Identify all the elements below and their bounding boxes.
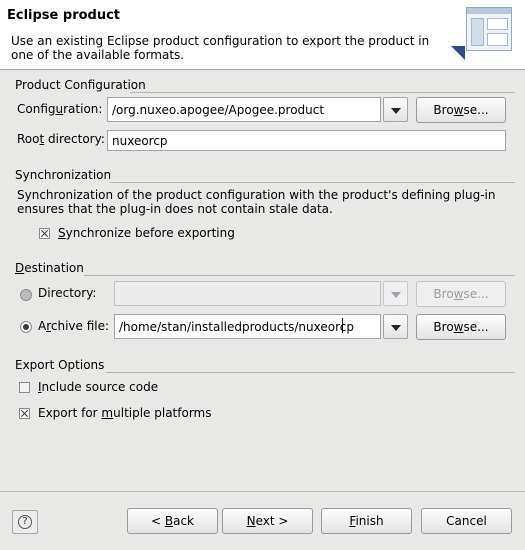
wizard-description: Use an existing Eclipse product configur… bbox=[11, 34, 430, 62]
root-directory-label: Root directory: bbox=[17, 132, 105, 146]
archive-file-label[interactable]: Archive file: bbox=[38, 319, 109, 333]
archive-file-combo[interactable]: /home/stan/installedproducts/nuxeorcp bbox=[114, 314, 381, 339]
directory-combo[interactable] bbox=[114, 281, 381, 306]
group-divider bbox=[110, 182, 515, 183]
group-divider bbox=[106, 372, 515, 373]
back-button[interactable]: < Back bbox=[127, 508, 218, 534]
export-options-group-title: Export Options bbox=[15, 358, 105, 372]
product-configuration-group-title: Product Configuration bbox=[15, 78, 146, 92]
finish-button[interactable]: Finish bbox=[321, 508, 412, 534]
directory-dropdown-button[interactable] bbox=[383, 281, 408, 306]
synchronize-checkbox-label[interactable]: Synchronize before exporting bbox=[58, 226, 235, 240]
group-divider bbox=[84, 275, 515, 276]
help-button[interactable]: ? bbox=[12, 510, 38, 534]
configuration-browse-button[interactable]: Browse... bbox=[416, 97, 506, 123]
footer-divider bbox=[0, 491, 525, 492]
text-cursor bbox=[342, 318, 343, 333]
help-icon: ? bbox=[18, 515, 32, 529]
chevron-down-icon bbox=[391, 292, 401, 298]
destination-group-title: Destination bbox=[15, 261, 84, 275]
include-source-checkbox[interactable] bbox=[19, 382, 30, 393]
archive-file-browse-button[interactable]: Browse... bbox=[416, 314, 506, 340]
wizard-title: Eclipse product bbox=[7, 8, 121, 23]
export-wizard-icon bbox=[451, 7, 512, 60]
multiple-platforms-label[interactable]: Export for multiple platforms bbox=[38, 406, 212, 420]
synchronization-group-title: Synchronization bbox=[15, 168, 112, 182]
multiple-platforms-checkbox[interactable] bbox=[19, 408, 30, 419]
directory-browse-button[interactable]: Browse... bbox=[416, 281, 506, 307]
directory-radio[interactable] bbox=[20, 289, 32, 301]
configuration-combo[interactable]: /org.nuxeo.apogee/Apogee.product bbox=[107, 97, 381, 122]
archive-file-dropdown-button[interactable] bbox=[383, 314, 408, 339]
wizard-banner: Eclipse product Use an existing Eclipse … bbox=[0, 0, 525, 70]
directory-label[interactable]: Directory: bbox=[38, 286, 96, 300]
root-directory-field[interactable]: nuxeorcp bbox=[107, 130, 506, 151]
archive-file-value: /home/stan/installedproducts/nuxeorcp bbox=[119, 320, 354, 334]
synchronize-checkbox[interactable] bbox=[39, 228, 50, 239]
chevron-down-icon bbox=[391, 325, 401, 331]
archive-file-radio[interactable] bbox=[20, 321, 32, 333]
include-source-label[interactable]: Include source code bbox=[38, 380, 158, 394]
configuration-dropdown-button[interactable] bbox=[383, 97, 408, 122]
chevron-down-icon bbox=[391, 108, 401, 114]
configuration-label: Configuration: bbox=[17, 102, 103, 116]
synchronization-description: Synchronization of the product configura… bbox=[17, 188, 496, 216]
next-button[interactable]: Next > bbox=[222, 508, 313, 534]
cancel-button[interactable]: Cancel bbox=[421, 508, 512, 534]
group-divider bbox=[130, 92, 515, 93]
root-directory-value: nuxeorcp bbox=[112, 134, 168, 148]
configuration-value: /org.nuxeo.apogee/Apogee.product bbox=[112, 103, 325, 117]
